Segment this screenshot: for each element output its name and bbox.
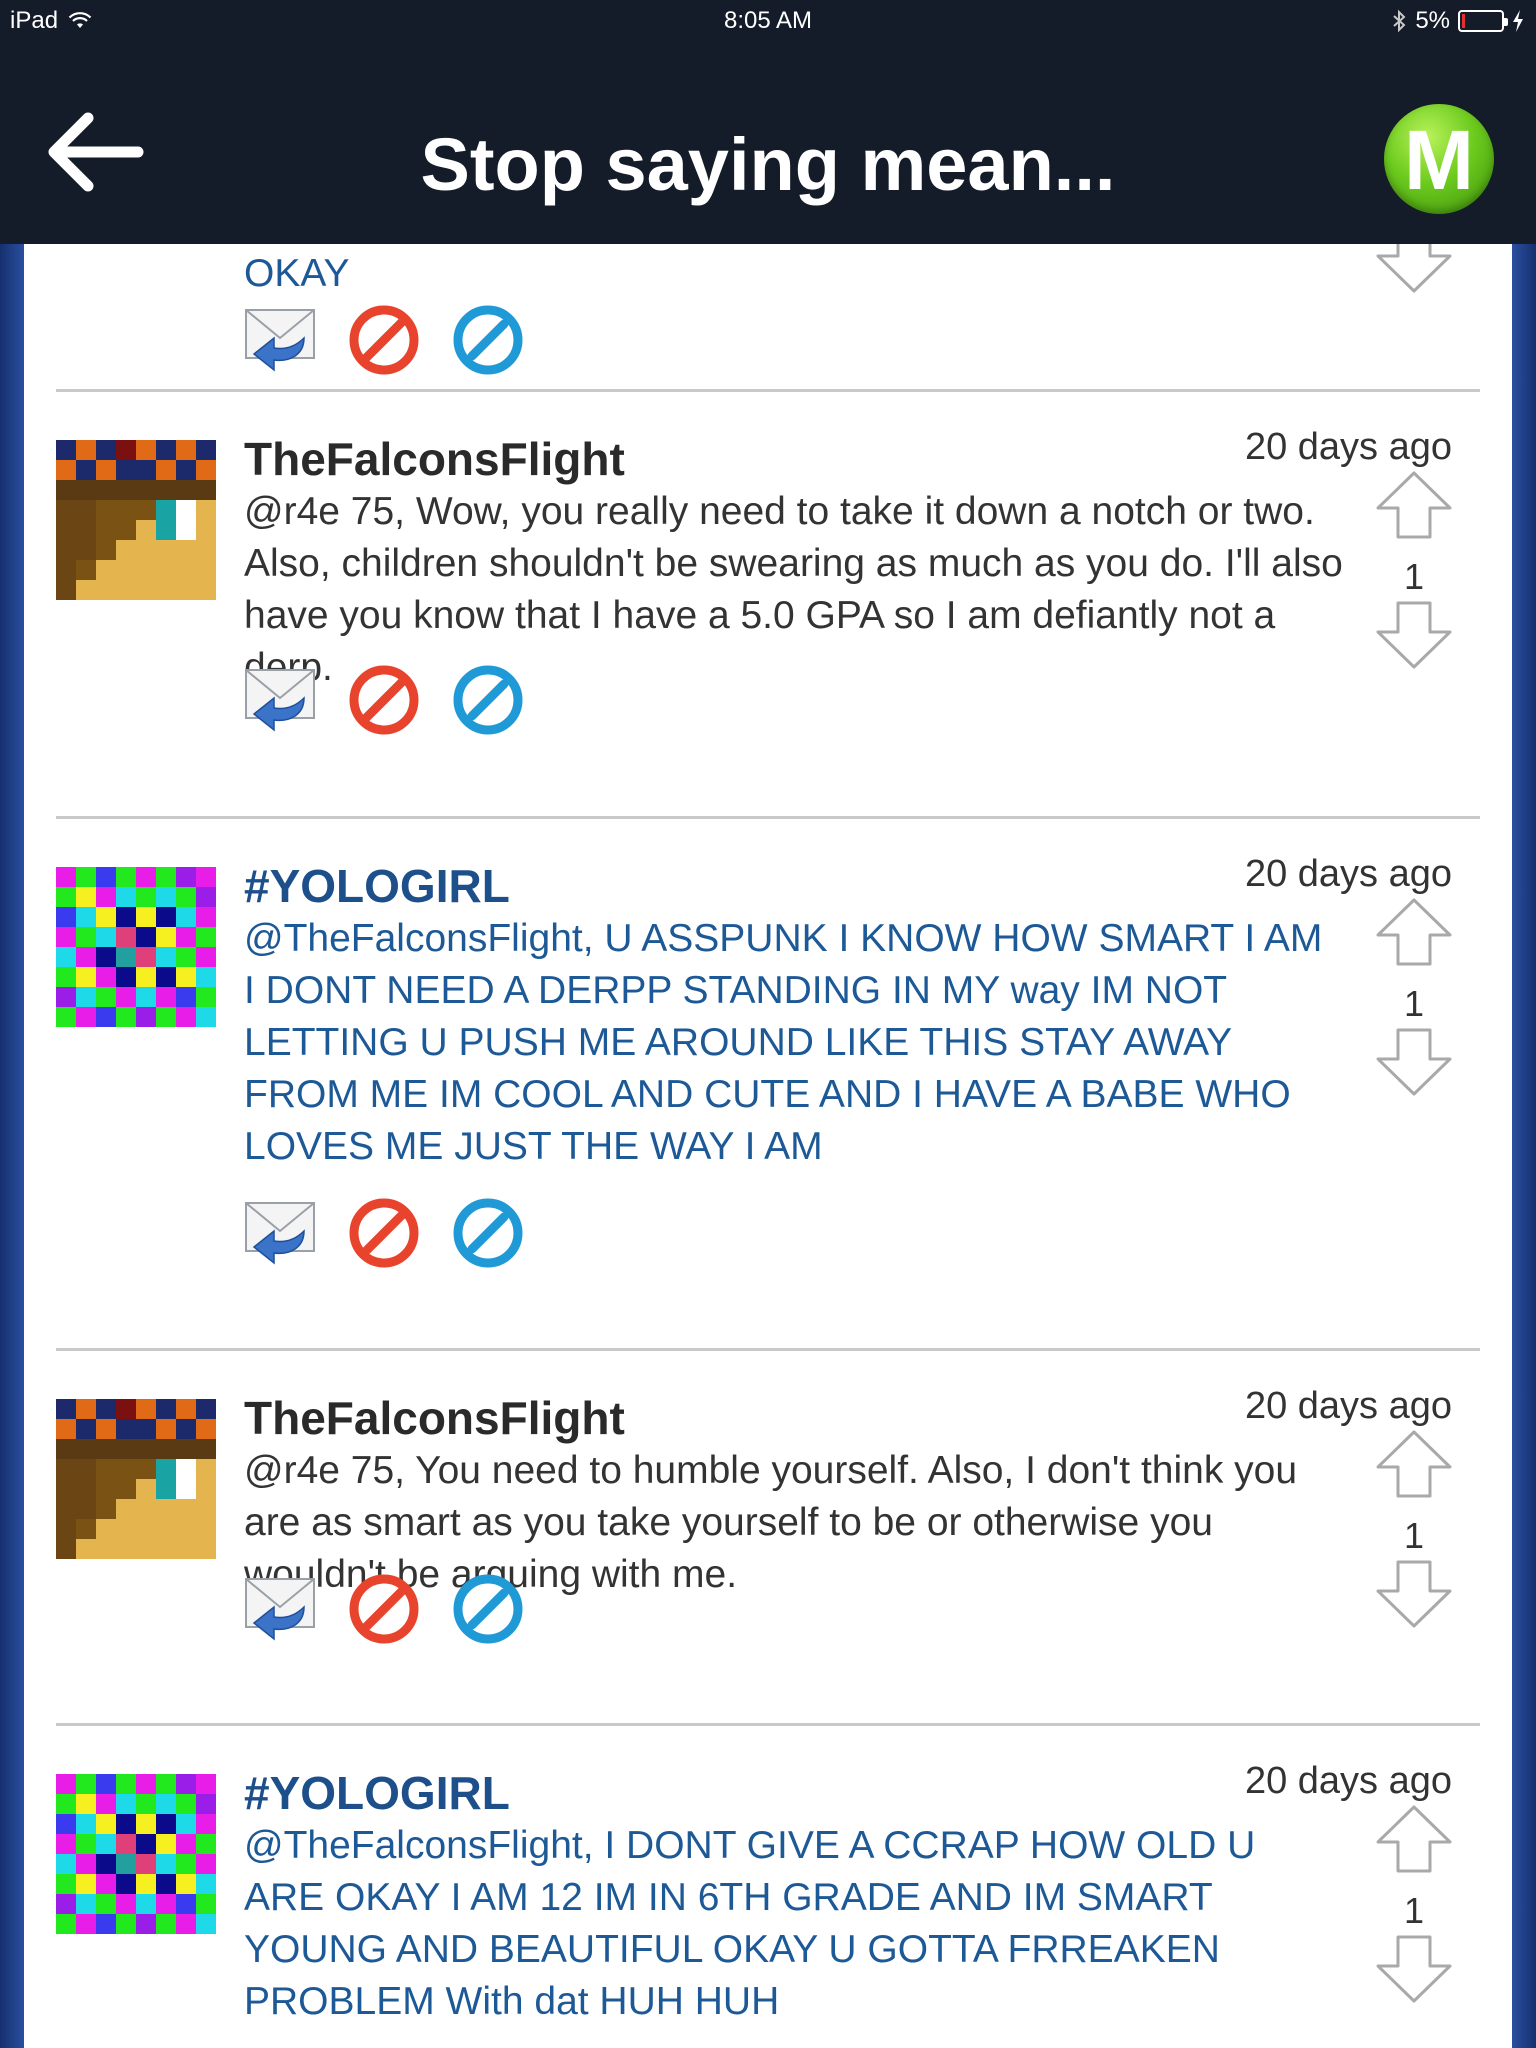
reply-envelope-icon[interactable] [244, 1573, 316, 1645]
block-blue-circle-slash-icon[interactable] [452, 304, 524, 376]
bluetooth-icon [1393, 9, 1406, 33]
comment-item: #YOLOGIRL 20 days ago @TheFalconsFlight,… [24, 1726, 1512, 2048]
charging-bolt-icon [1513, 10, 1523, 32]
comment-actions [244, 304, 524, 376]
comment-timestamp: 20 days ago [1244, 853, 1452, 895]
avatar [56, 440, 216, 600]
nav-bar: Stop saying mean... M [0, 42, 1536, 244]
report-red-circle-slash-icon[interactable] [348, 664, 420, 736]
comment-username[interactable]: TheFalconsFlight [244, 432, 625, 486]
status-bar: iPad 8:05 AM 5% [0, 0, 1536, 42]
comment-username[interactable]: #YOLOGIRL [244, 859, 510, 913]
comment-body: @r4e 75, Wow, you really need to take it… [244, 490, 1343, 689]
arrow-down-outline-icon[interactable] [1374, 1559, 1454, 1629]
comment-timestamp: 20 days ago [1244, 426, 1452, 468]
arrow-up-outline-icon[interactable] [1374, 1429, 1454, 1499]
reply-envelope-icon[interactable] [244, 664, 316, 736]
comment-timestamp: 20 days ago [1244, 1760, 1452, 1802]
block-blue-circle-slash-icon[interactable] [452, 1197, 524, 1269]
report-red-circle-slash-icon[interactable] [348, 304, 420, 376]
battery-level [1462, 14, 1465, 28]
battery-percent: 5% [1415, 7, 1450, 34]
avatar [56, 1399, 216, 1559]
comment-item: TheFalconsFlight 20 days ago @r4e 75, Wo… [24, 392, 1512, 820]
block-blue-circle-slash-icon[interactable] [452, 664, 524, 736]
page-title: Stop saying mean... [420, 123, 1116, 206]
comment-item: #YOLOGIRL 20 days ago @TheFalconsFlight,… [24, 819, 1512, 1349]
comment-body: @TheFalconsFlight, I DONT GIVE A CCRAP H… [244, 1824, 1256, 2023]
arrow-up-outline-icon[interactable] [1374, 470, 1454, 540]
vote-count: 1 [1403, 556, 1425, 597]
comment-list[interactable]: OKAY TheFalconsFlight 20 days ago @r4e 7… [24, 244, 1512, 2048]
reply-envelope-icon[interactable] [244, 1197, 316, 1269]
comment-timestamp: 20 days ago [1244, 1385, 1452, 1427]
m-logo-letter: M [1404, 113, 1474, 207]
vote-count: 1 [1403, 1515, 1425, 1556]
m-app-button[interactable]: M [1384, 104, 1494, 214]
comment-actions [244, 1197, 524, 1269]
comment-body-partial: OKAY [244, 252, 350, 295]
comment-actions [244, 664, 524, 736]
arrow-up-outline-icon[interactable] [1374, 1804, 1454, 1874]
app-screen: iPad 8:05 AM 5% Stop saying mean... M OK… [0, 0, 1536, 2048]
block-blue-circle-slash-icon[interactable] [452, 1573, 524, 1645]
avatar [56, 1774, 216, 1934]
vote-control [1374, 244, 1454, 299]
arrow-down-outline-icon[interactable] [1374, 600, 1454, 670]
arrow-down-outline-icon[interactable] [1374, 244, 1454, 294]
arrow-down-outline-icon[interactable] [1374, 1934, 1454, 2004]
comment-item: TheFalconsFlight 20 days ago @r4e 75, Yo… [24, 1351, 1512, 1726]
status-right: 5% [1391, 7, 1524, 35]
comment-username[interactable]: #YOLOGIRL [244, 1766, 510, 1820]
battery-icon [1458, 10, 1508, 32]
arrow-up-outline-icon[interactable] [1374, 897, 1454, 967]
status-time: 8:05 AM [723, 7, 813, 34]
report-red-circle-slash-icon[interactable] [348, 1197, 420, 1269]
reply-envelope-icon[interactable] [244, 304, 316, 376]
comment-actions [244, 1573, 524, 1645]
comment-username[interactable]: TheFalconsFlight [244, 1391, 625, 1445]
battery-tip [1504, 18, 1508, 26]
vote-count: 1 [1403, 983, 1425, 1024]
arrow-down-outline-icon[interactable] [1374, 1027, 1454, 1097]
report-red-circle-slash-icon[interactable] [348, 1573, 420, 1645]
comment-body: @TheFalconsFlight, U ASSPUNK I KNOW HOW … [244, 917, 1323, 1168]
avatar [56, 867, 216, 1027]
vote-count: 1 [1403, 1890, 1425, 1931]
